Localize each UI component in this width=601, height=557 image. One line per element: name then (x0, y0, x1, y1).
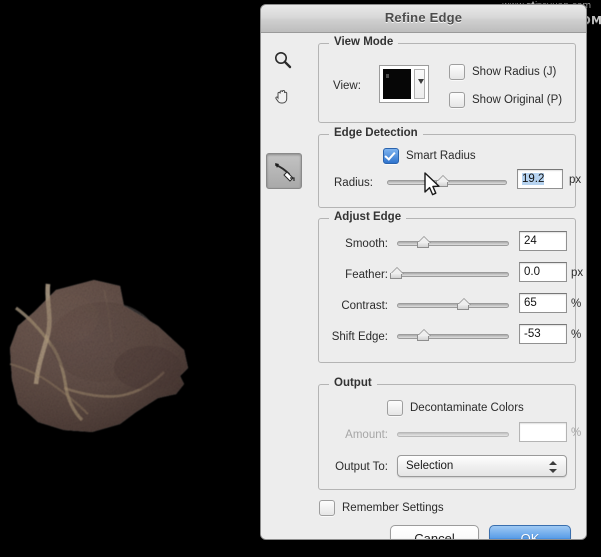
adjust-edge-title: Adjust Edge (329, 211, 406, 223)
show-original-label: Show Original (P) (472, 94, 562, 106)
refine-radius-brush-tool[interactable] (266, 153, 302, 189)
show-radius-label: Show Radius (J) (472, 66, 556, 78)
hand-icon (273, 86, 293, 106)
shift-edge-slider-track (397, 334, 509, 339)
radius-slider[interactable] (387, 175, 507, 189)
refine-edge-dialog: Refine Edge (260, 4, 587, 540)
dialog-title: Refine Edge (261, 10, 586, 25)
shift-edge-slider-thumb[interactable] (417, 329, 431, 342)
view-label: View: (333, 80, 361, 92)
zoom-tool[interactable] (266, 43, 300, 77)
rock-specimen-image (8, 272, 208, 472)
contrast-slider-thumb[interactable] (457, 298, 471, 311)
amount-slider-track (397, 432, 509, 437)
feather-slider-track (397, 272, 509, 277)
amount-value-input (519, 422, 567, 442)
radius-value-input[interactable]: 19.2 (517, 169, 563, 189)
radius-value-text: 19.2 (522, 173, 544, 185)
ok-button[interactable]: OK (489, 525, 571, 540)
contrast-label: Contrast: (336, 300, 388, 312)
view-mode-thumbnail-popup[interactable] (379, 65, 429, 103)
output-to-value: Selection (406, 460, 453, 472)
show-original-row[interactable]: Show Original (P) (449, 92, 562, 108)
contrast-slider[interactable] (397, 298, 509, 312)
feather-value-input[interactable]: 0.0 (519, 262, 567, 282)
feather-unit: px (571, 267, 583, 279)
feather-slider[interactable] (397, 267, 509, 281)
remember-settings-checkbox[interactable] (319, 500, 335, 516)
contrast-unit: % (571, 298, 581, 310)
smart-radius-row[interactable]: Smart Radius (383, 148, 476, 164)
radius-label: Radius: (334, 177, 373, 189)
shift-edge-slider[interactable] (397, 329, 509, 343)
smart-radius-label: Smart Radius (406, 150, 476, 162)
smooth-value-input[interactable]: 24 (519, 231, 567, 251)
magnifier-icon (273, 50, 293, 70)
output-to-label: Output To: (327, 461, 388, 473)
contrast-value-input[interactable]: 65 (519, 293, 567, 313)
amount-slider (397, 427, 509, 441)
amount-label: Amount: (333, 429, 388, 441)
dialog-titlebar[interactable]: Refine Edge (261, 5, 586, 33)
chevron-down-icon (414, 69, 425, 99)
output-group: Output Decontaminate Colors Amount: % Ou… (318, 384, 576, 490)
decontaminate-colors-checkbox[interactable] (387, 400, 403, 416)
show-radius-row[interactable]: Show Radius (J) (449, 64, 556, 80)
hand-tool[interactable] (266, 79, 300, 113)
amount-unit: % (571, 427, 581, 439)
mouse-cursor (423, 172, 443, 198)
remember-settings-label: Remember Settings (342, 502, 444, 514)
contrast-slider-track (397, 303, 509, 308)
tool-strip (266, 43, 306, 115)
refine-brush-icon (272, 160, 296, 182)
smooth-label: Smooth: (336, 238, 388, 250)
show-original-checkbox[interactable] (449, 92, 465, 108)
adjust-edge-group: Adjust Edge Smooth: 24 Feather: 0.0 px C… (318, 218, 576, 363)
shift-edge-value-input[interactable]: -53 (519, 324, 567, 344)
edge-detection-group: Edge Detection Smart Radius Radius: 19.2… (318, 134, 576, 208)
smart-radius-checkbox[interactable] (383, 148, 399, 164)
view-mode-group: View Mode View: Show Radius (J) Show Ori… (318, 43, 576, 123)
feather-slider-thumb[interactable] (390, 267, 404, 280)
remember-settings-row[interactable]: Remember Settings (319, 500, 444, 516)
feather-label: Feather: (336, 269, 388, 281)
output-to-dropdown[interactable]: Selection (397, 455, 567, 477)
show-radius-checkbox[interactable] (449, 64, 465, 80)
sort-arrows-icon (549, 460, 557, 474)
view-mode-title: View Mode (329, 36, 398, 48)
decontaminate-colors-label: Decontaminate Colors (410, 402, 524, 414)
view-preview (383, 69, 411, 99)
smooth-slider-thumb[interactable] (417, 236, 431, 249)
smooth-slider-track (397, 241, 509, 246)
dialog-body: View Mode View: Show Radius (J) Show Ori… (261, 33, 586, 540)
smooth-slider[interactable] (397, 236, 509, 250)
shift-edge-unit: % (571, 329, 581, 341)
shift-edge-label: Shift Edge: (327, 331, 388, 343)
cancel-button[interactable]: Cancel (390, 525, 479, 540)
edge-detection-title: Edge Detection (329, 127, 423, 139)
decontaminate-colors-row[interactable]: Decontaminate Colors (387, 400, 524, 416)
radius-unit: px (569, 174, 581, 186)
output-title: Output (329, 377, 377, 389)
